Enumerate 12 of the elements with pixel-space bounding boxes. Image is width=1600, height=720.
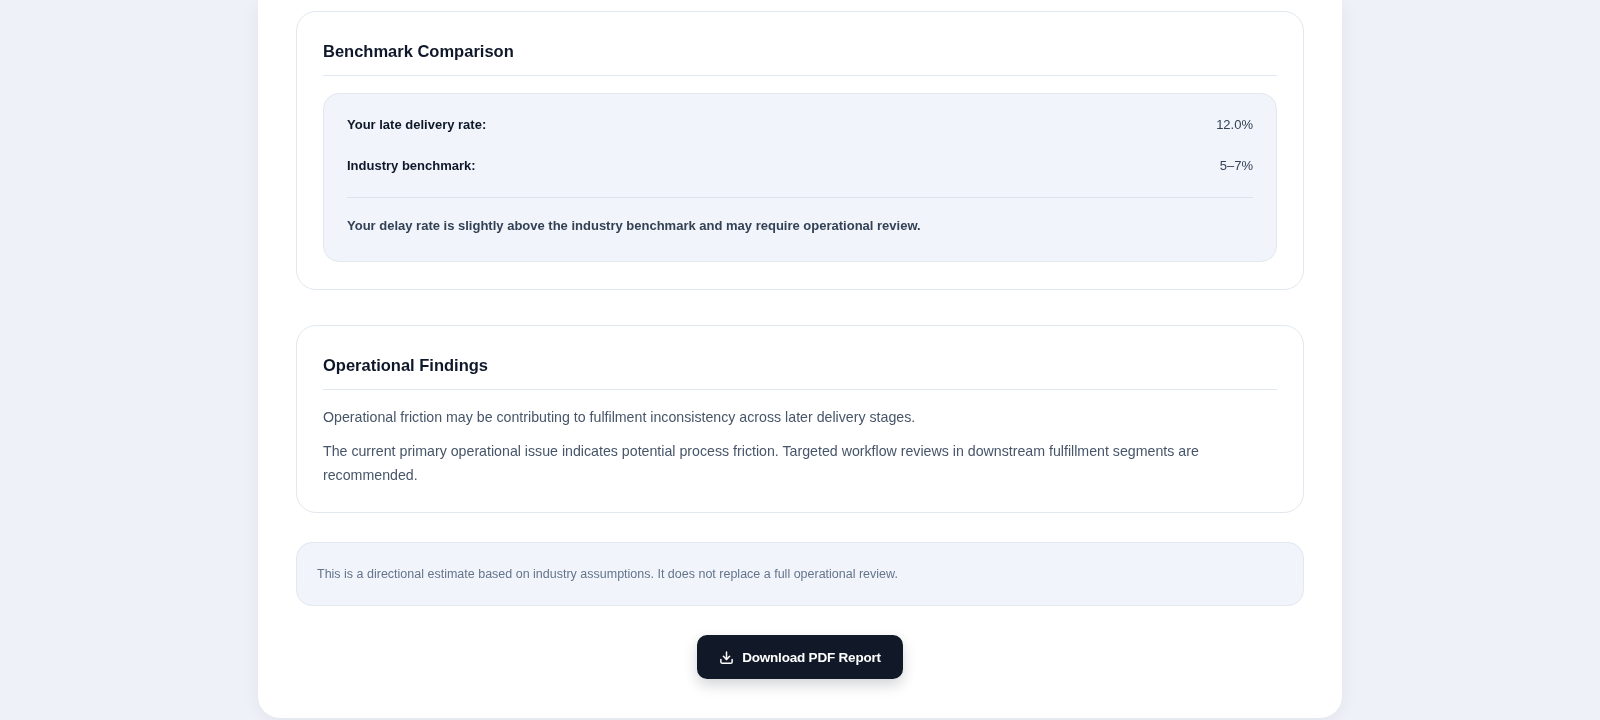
section-title: Operational Findings: [323, 355, 488, 376]
finding-text: Operational friction may be contributing to fulfilment inconsistency across later delivery stages.: [323, 408, 917, 427]
download-button[interactable]: Download PDF Report: [697, 635, 903, 679]
finding-text: The current primary operational issue indicates potential process friction. Targeted workflow reviews in downstream fulfillment segments are recommended.: [323, 442, 1200, 485]
stat-value: 12.0%: [1216, 116, 1253, 134]
download-icon: [719, 649, 735, 665]
stat-value: 5–7%: [1219, 157, 1253, 175]
summary-text: Your delay rate is slightly above the industry benchmark and may require operational review.: [347, 217, 922, 235]
stat-label: Industry benchmark:: [347, 157, 476, 175]
disclaimer-text: This is a directional estimate based on industry assumptions. It does not replace a full operational review.: [317, 566, 898, 582]
section-title: Benchmark Comparison: [323, 41, 514, 62]
stat-label: Your late delivery rate:: [347, 116, 487, 134]
